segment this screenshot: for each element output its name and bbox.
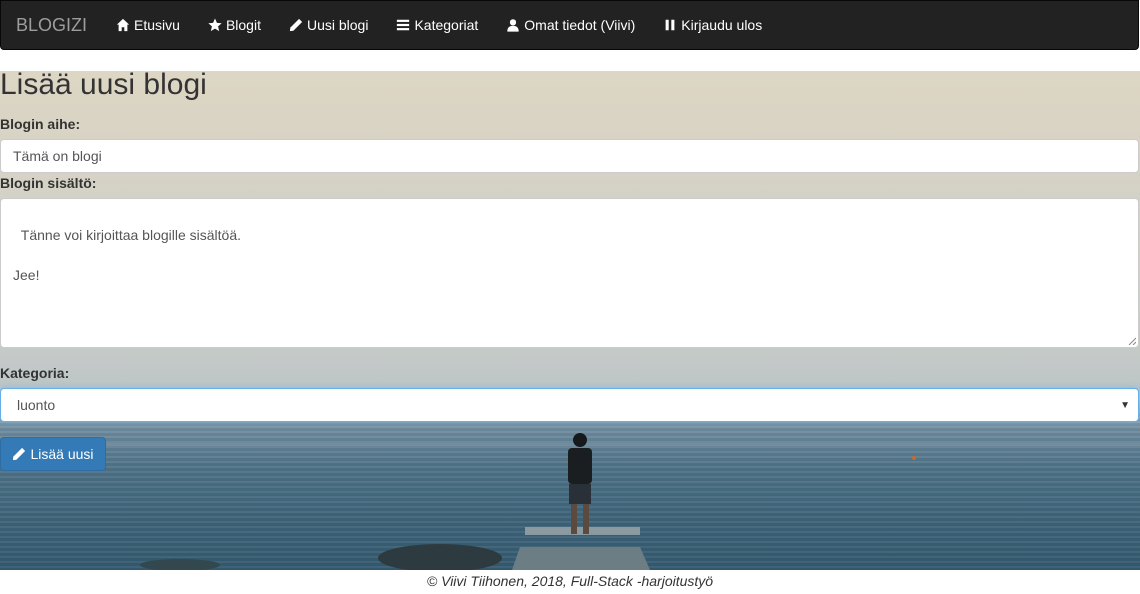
navbar: BLOGIZI Etusivu Blogit Uusi blogi Katego… <box>0 0 1139 50</box>
nav-item-label: Omat tiedot (Viivi) <box>524 17 636 33</box>
pier-edge <box>525 527 640 535</box>
person-figure <box>568 433 592 534</box>
nav-item-label: Uusi blogi <box>306 17 369 33</box>
nav-item-kategoriat[interactable]: Kategoriat <box>382 0 492 50</box>
pencil-icon <box>289 18 303 32</box>
buoy-shape <box>912 456 916 460</box>
pencil-icon <box>13 447 26 461</box>
dropdown-arrow-icon: ▼ <box>1120 399 1130 411</box>
add-new-button-label: Lisää uusi <box>30 446 94 462</box>
user-icon <box>507 19 519 32</box>
nav-item-uusi-blogi[interactable]: Uusi blogi <box>275 0 382 50</box>
page-title: Lisää uusi blogi <box>0 68 207 101</box>
add-new-button[interactable]: Lisää uusi <box>0 437 106 471</box>
rock-shape <box>378 544 502 570</box>
category-label: Kategoria: <box>0 365 70 381</box>
nav-item-label: Kategoriat <box>414 17 479 33</box>
footer-text: © Viivi Tiihonen, 2018, Full-Stack -harj… <box>426 573 714 589</box>
brand-logo[interactable]: BLOGIZI <box>1 0 102 50</box>
category-select-value: luonto <box>17 397 56 413</box>
category-select[interactable]: luonto ▼ <box>0 388 1139 422</box>
nav-item-label: Blogit <box>225 17 261 33</box>
list-icon <box>397 19 410 31</box>
topic-label: Blogin aihe: <box>0 116 81 132</box>
content-textarea-value: Tänne voi kirjoittaa blogille sisältöä. … <box>13 227 242 283</box>
star-icon <box>208 18 222 32</box>
nav-item-kirjaudu-ulos[interactable]: Kirjaudu ulos <box>649 0 776 50</box>
nav-item-omat-tiedot[interactable]: Omat tiedot (Viivi) <box>492 0 649 50</box>
pier-shape <box>512 547 650 570</box>
topic-input-value: Tämä on blogi <box>13 148 102 164</box>
topic-input[interactable]: Tämä on blogi <box>0 139 1139 173</box>
content-label: Blogin sisältö: <box>0 175 97 191</box>
nav-item-label: Etusivu <box>134 17 180 33</box>
content-textarea[interactable]: Tänne voi kirjoittaa blogille sisältöä. … <box>0 198 1139 348</box>
nav-item-blogit[interactable]: Blogit <box>194 0 275 50</box>
home-icon <box>116 18 130 32</box>
resize-handle-icon[interactable] <box>1128 337 1136 345</box>
nav-item-label: Kirjaudu ulos <box>681 17 763 33</box>
pause-icon <box>665 19 675 31</box>
rock-shape <box>140 559 220 570</box>
nav-item-etusivu[interactable]: Etusivu <box>102 0 194 50</box>
